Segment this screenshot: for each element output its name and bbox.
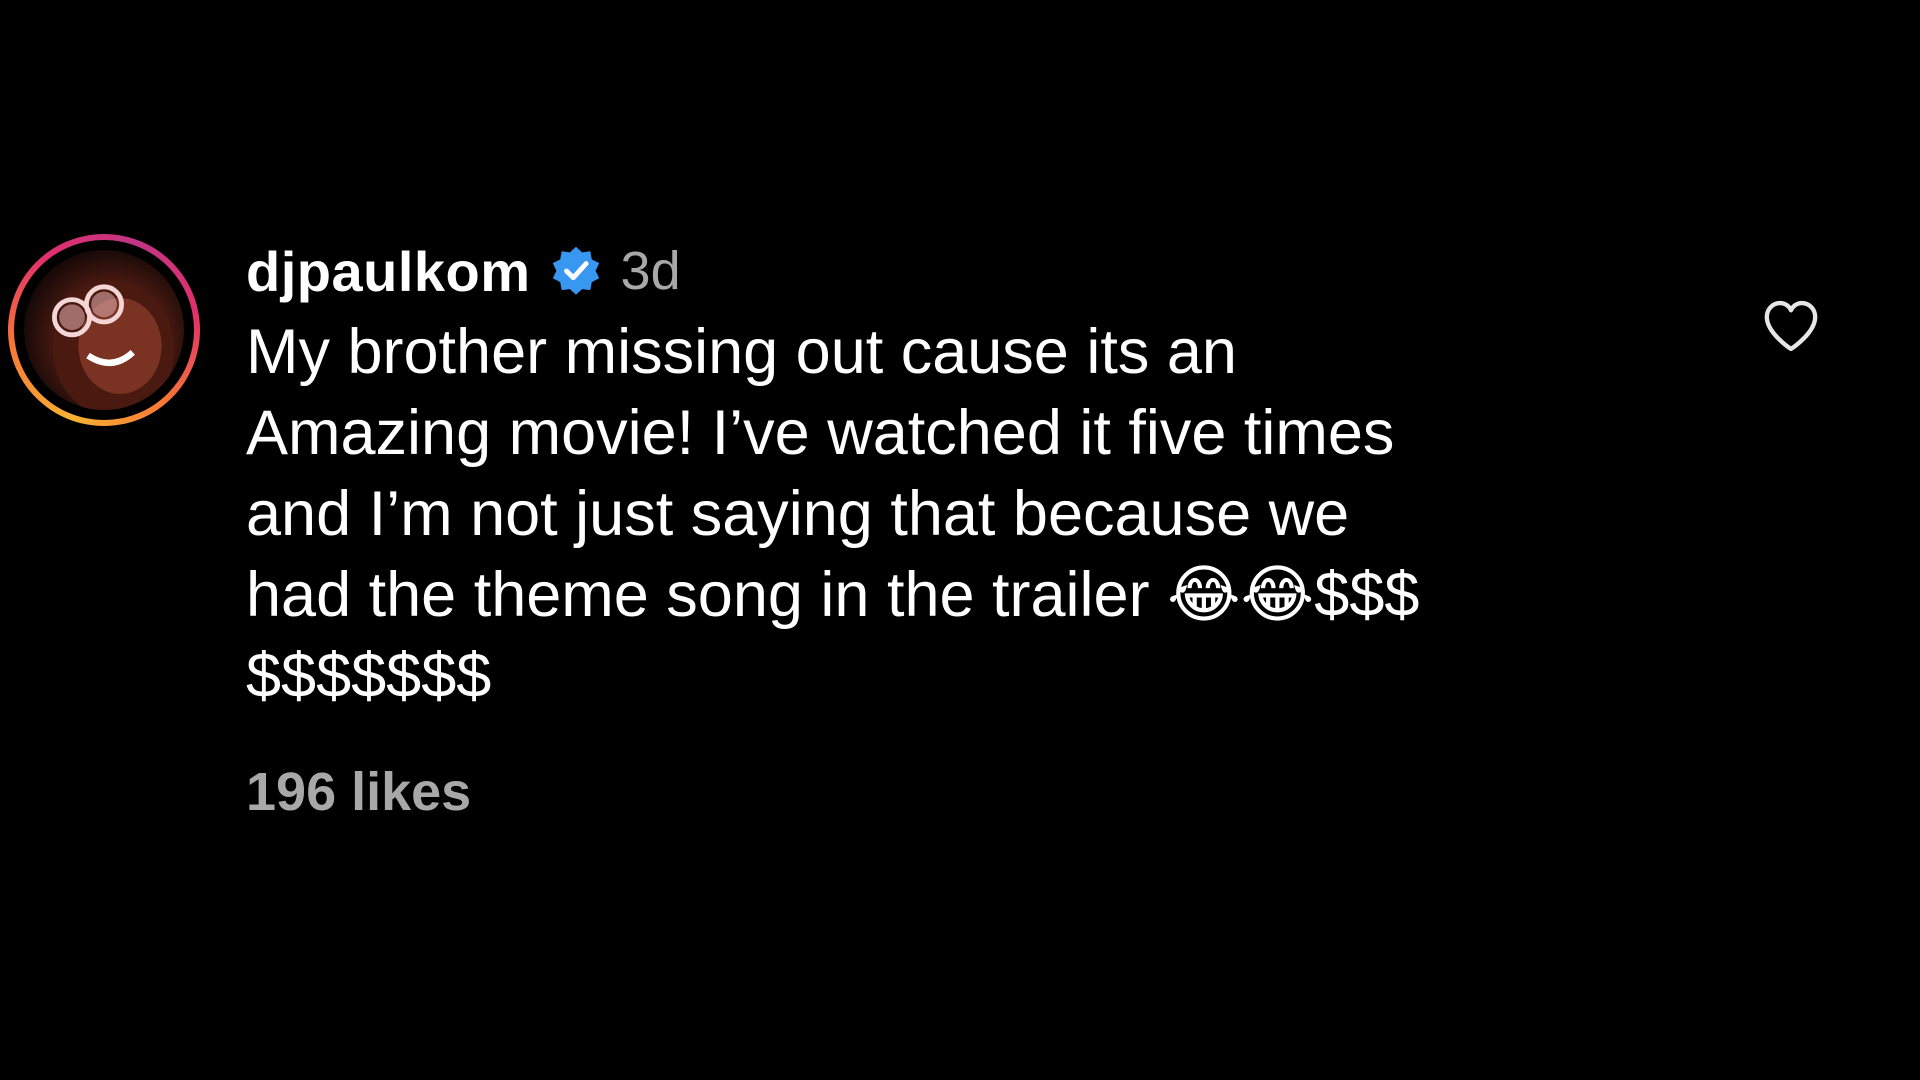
story-ring[interactable] <box>8 234 200 426</box>
avatar-image <box>52 282 175 410</box>
verified-badge-icon <box>549 244 603 298</box>
username-link[interactable]: djpaulkom <box>246 239 531 304</box>
heart-outline-icon[interactable] <box>1762 298 1820 354</box>
comment-item: djpaulkom 3d My brother missing out caus… <box>0 0 1920 1080</box>
likes-count[interactable]: 196 likes <box>246 761 1696 823</box>
comment-text: My brother missing out cause its an Amaz… <box>246 317 1420 711</box>
comment-header: djpaulkom 3d <box>246 236 1696 306</box>
comment-content: djpaulkom 3d My brother missing out caus… <box>246 236 1696 823</box>
timestamp: 3d <box>620 241 681 301</box>
avatar[interactable] <box>24 250 184 410</box>
avatar-container <box>14 240 194 420</box>
